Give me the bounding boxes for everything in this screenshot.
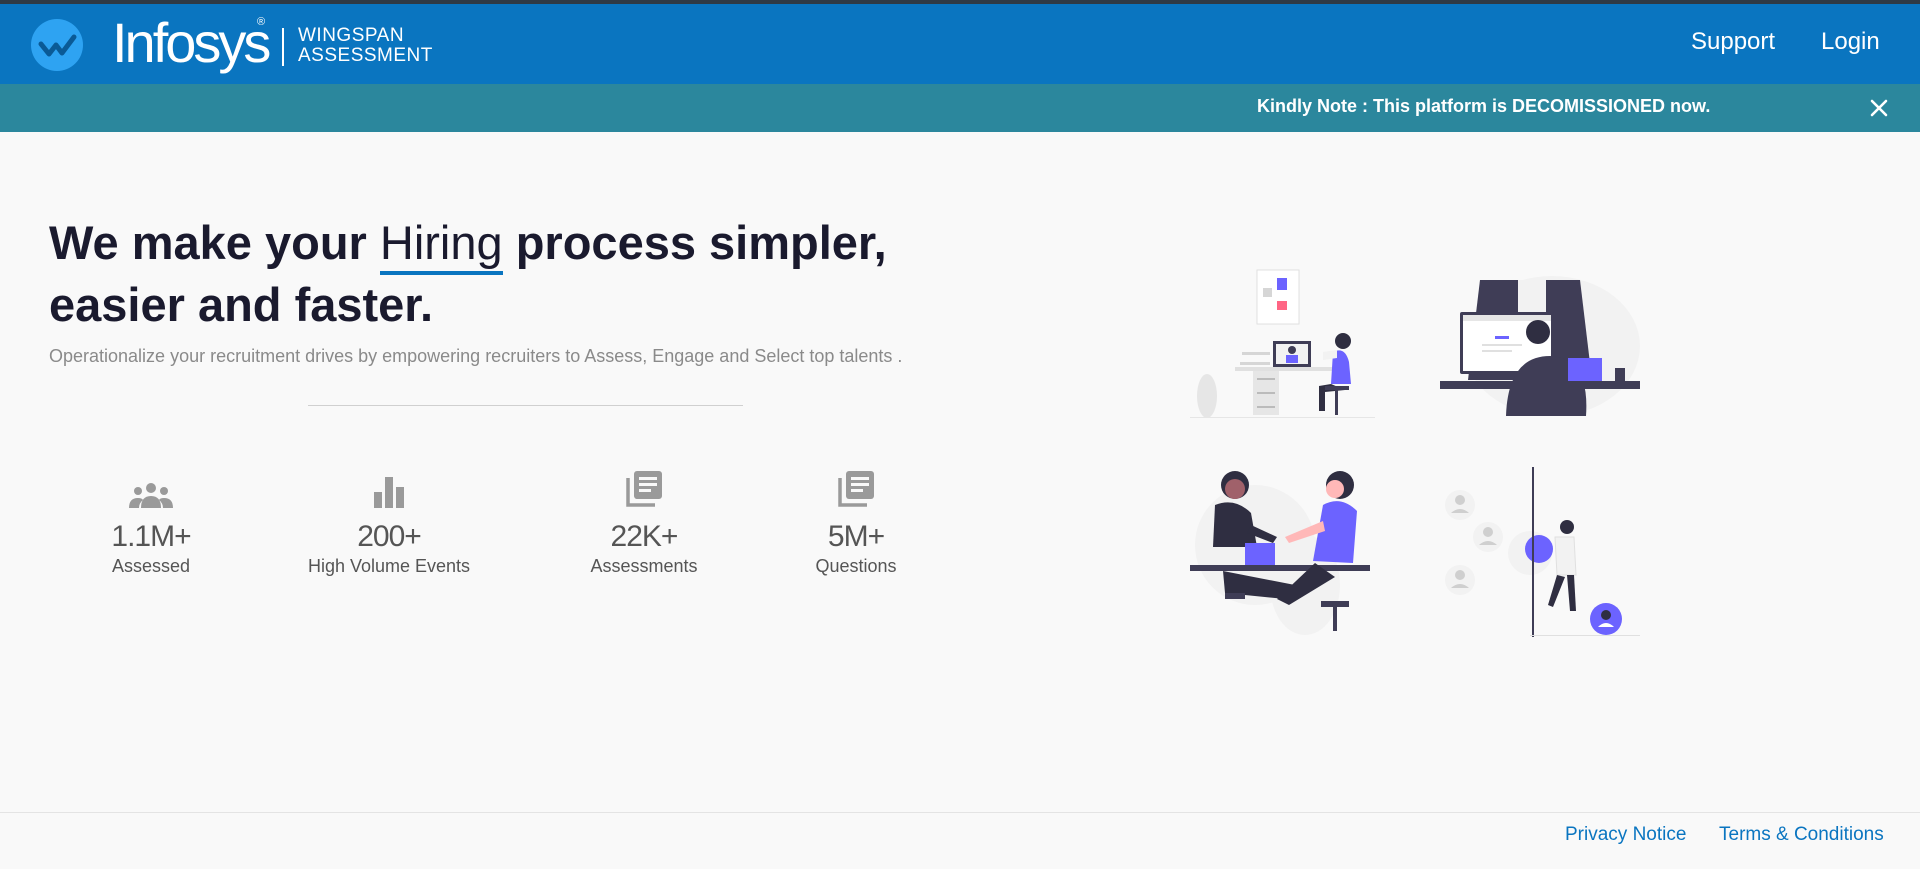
stat-label: Assessments (590, 556, 698, 576)
profiles-selection-illustration (1445, 467, 1640, 637)
notice-banner: Kindly Note : This platform is DECOMISSI… (0, 84, 1920, 132)
developer-computer-illustration (1440, 276, 1640, 416)
footer-divider (0, 812, 1920, 813)
close-icon[interactable] (1865, 94, 1893, 122)
support-link[interactable]: Support (1691, 28, 1775, 56)
wingspan-logo-icon[interactable] (30, 18, 84, 72)
library-books-icon (746, 471, 966, 508)
hero-title: We make your Hiring process simpler, eas… (49, 212, 929, 336)
stat-label: High Volume Events (307, 556, 471, 576)
product-name-line1: WINGSPAN (298, 25, 405, 46)
stat-value: 200+ (357, 520, 422, 553)
product-name-line2: ASSESSMENT (298, 45, 433, 66)
stat-label: Assessed (111, 556, 191, 576)
privacy-notice-link[interactable]: Privacy Notice (1565, 824, 1686, 846)
notice-text: Kindly Note : This platform is DECOMISSI… (1257, 96, 1711, 116)
stat-value: 1.1M+ (111, 520, 191, 553)
stat-assessed: 1.1M+ Assessed (41, 472, 261, 577)
brand-logo[interactable]: Infosys (112, 10, 271, 75)
desk-video-call-illustration (1190, 269, 1375, 418)
stat-events: 200+ High Volume Events (279, 472, 499, 577)
product-name: WINGSPAN ASSESSMENT (298, 26, 433, 66)
header: Infosys ® WINGSPAN ASSESSMENT Support Lo… (0, 4, 1920, 84)
stat-label: Questions (815, 556, 897, 576)
hero-description: Operationalize your recruitment drives b… (49, 346, 903, 366)
library-books-icon (534, 471, 754, 508)
login-link[interactable]: Login (1821, 28, 1880, 56)
stat-assessments: 22K+ Assessments (534, 471, 754, 577)
handshake-illustration (1190, 471, 1370, 635)
hero-title-part1: We make your (49, 216, 380, 269)
registered-mark: ® (257, 16, 266, 28)
terms-conditions-link[interactable]: Terms & Conditions (1719, 824, 1884, 846)
stat-value: 5M+ (827, 520, 885, 553)
hero-divider (308, 405, 743, 406)
bar-chart-icon (279, 472, 499, 508)
stat-questions: 5M+ Questions (746, 471, 966, 577)
people-icon (41, 472, 261, 508)
hero-title-highlight: Hiring (379, 216, 503, 269)
logo-divider (282, 28, 284, 66)
stat-value: 22K+ (610, 520, 679, 553)
